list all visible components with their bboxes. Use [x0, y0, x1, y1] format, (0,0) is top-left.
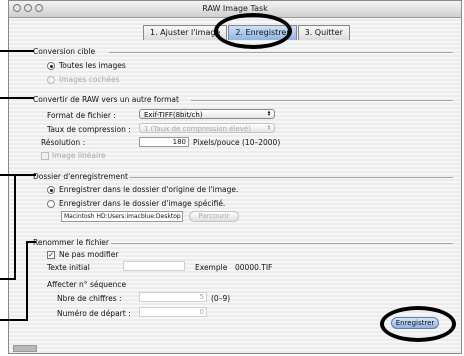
radio-save-original-folder[interactable] [47, 186, 55, 194]
example-label: Exemple [195, 263, 228, 272]
linear-image-label: Image linéaire [52, 151, 106, 160]
digit-count-label: Nbre de chiffres : [57, 294, 122, 303]
raw-image-task-window: RAW Image Task 1. Ajuster l'image 2. Enr… [8, 0, 462, 354]
start-number-input[interactable]: 0 [139, 307, 207, 317]
callout-line [26, 241, 28, 321]
convert-raw-title: Convertir de RAW vers un autre format [33, 95, 179, 104]
divider [111, 243, 453, 244]
file-format-value: Exif-TIFF(8bit/ch) [144, 111, 203, 119]
radio-all-images[interactable] [47, 62, 55, 70]
digit-count-input[interactable]: 5 [139, 292, 207, 302]
divider [191, 100, 453, 101]
resolution-label: Résolution : [41, 138, 86, 147]
sequence-label: Affecter n° séquence [47, 280, 127, 289]
callout-ring-save-button [380, 306, 456, 342]
initial-text-input[interactable] [123, 261, 185, 271]
checked-images-label: Images cochées [59, 75, 120, 84]
example-value: 00000.TIF [235, 263, 273, 272]
keep-name-label: Ne pas modifier [59, 250, 119, 259]
compression-label: Taux de compression : [47, 125, 131, 134]
callout-line [0, 319, 28, 321]
compression-select[interactable]: 1 (Taux de compression élevé) ▴ ▾ [139, 123, 275, 133]
save-original-folder-label: Enregistrer dans le dossier d'origine de… [59, 185, 239, 194]
scroll-indicator [13, 345, 37, 352]
radio-save-specified-folder[interactable] [47, 200, 55, 208]
callout-line [0, 97, 34, 99]
resolution-input[interactable]: 180 [139, 137, 189, 147]
file-format-select[interactable]: Exif-TIFF(8bit/ch) ▴ ▾ [139, 109, 275, 119]
all-images-label: Toutes les images [59, 61, 126, 70]
callout-ring-save-tab [214, 13, 292, 49]
browse-button[interactable]: Parcourir [189, 211, 239, 222]
keep-name-checkbox[interactable]: ✓ [47, 251, 55, 259]
rename-file-title: Renommer le fichier [33, 238, 109, 247]
radio-checked-images[interactable] [47, 76, 55, 84]
initial-text-label: Texte initial [47, 263, 90, 272]
callout-line [0, 278, 16, 280]
folder-path-field[interactable]: Macintosh HD:Users:imacblue:Desktop [61, 211, 183, 222]
callout-line [0, 174, 36, 176]
conversion-target-title: Conversion cible [33, 47, 96, 56]
save-folder-title: Dossier d'enregistrement [33, 172, 128, 181]
save-specified-folder-label: Enregistrer dans le dossier d'image spéc… [59, 199, 226, 208]
callout-line [14, 174, 16, 280]
digit-count-range: (0–9) [211, 294, 231, 303]
popup-arrows-icon: ▴ ▾ [267, 109, 271, 118]
window-title: RAW Image Task [202, 4, 268, 13]
compression-value: 1 (Taux de compression élevé) [144, 125, 251, 133]
tab-quit[interactable]: 3. Quitter [297, 25, 350, 40]
resolution-unit: Pixels/pouce (10–2000) [193, 138, 281, 147]
file-format-label: Format de fichier : [47, 111, 116, 120]
linear-image-checkbox[interactable] [41, 152, 49, 160]
popup-arrows-icon: ▴ ▾ [267, 123, 271, 132]
divider [129, 177, 453, 178]
callout-line [0, 50, 34, 52]
start-number-label: Numéro de départ : [57, 309, 131, 318]
divider [109, 52, 453, 53]
